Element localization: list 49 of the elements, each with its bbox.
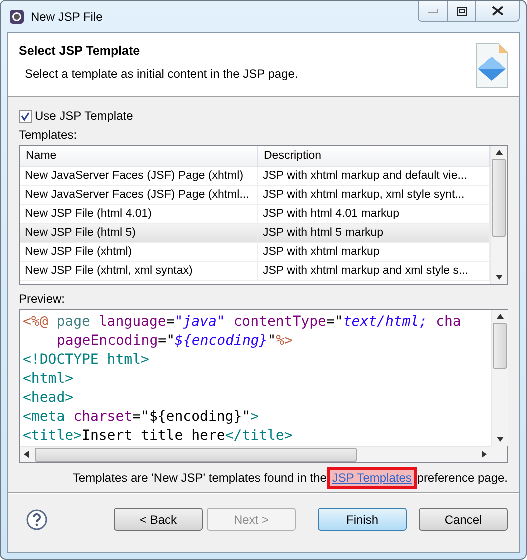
table-cell[interactable]: New JSP File (html 5) bbox=[20, 224, 258, 243]
code-line: <%@ page language="java" contentType="text/html; cha bbox=[23, 313, 462, 332]
minimize-icon bbox=[428, 9, 438, 13]
close-icon bbox=[492, 6, 504, 16]
close-button[interactable] bbox=[475, 1, 519, 21]
preview-label: Preview: bbox=[19, 292, 66, 306]
maximize-button[interactable] bbox=[447, 1, 475, 21]
table-cell[interactable]: New JSP File (xhtml) bbox=[20, 243, 258, 262]
code-line: <title>Insert title here</title> bbox=[23, 427, 294, 446]
table-cell[interactable]: New JSP File (html 4.01) bbox=[20, 205, 258, 224]
scrollbar-thumb[interactable] bbox=[493, 323, 507, 369]
table-cell[interactable]: New JSP File (xhtml, xml syntax) bbox=[20, 262, 258, 281]
scroll-down-arrow-icon[interactable] bbox=[496, 437, 504, 442]
scroll-right-arrow-icon[interactable] bbox=[482, 451, 487, 458]
restore-icon bbox=[456, 6, 466, 16]
templates-label: Templates: bbox=[19, 128, 78, 142]
code-line: <!DOCTYPE html> bbox=[23, 351, 150, 370]
table-cell[interactable]: New JavaServer Faces (JSF) Page (xhtml) bbox=[20, 167, 258, 186]
document-diamond-icon bbox=[475, 43, 509, 89]
dialog-button[interactable]: < Back bbox=[114, 508, 203, 531]
column-header[interactable]: Name bbox=[20, 146, 258, 167]
scroll-up-arrow-icon[interactable] bbox=[496, 314, 504, 319]
dialog-button[interactable]: Finish bbox=[318, 508, 407, 531]
checkbox[interactable] bbox=[19, 110, 32, 122]
page-description: Select a template as initial content in the JSP page. bbox=[25, 67, 298, 81]
scroll-left-arrow-icon[interactable] bbox=[24, 451, 29, 458]
page-title: Select JSP Template bbox=[19, 44, 142, 58]
code-line: <html> bbox=[23, 370, 75, 389]
window-title: New JSP File bbox=[31, 10, 104, 24]
scroll-down-arrow-icon[interactable] bbox=[496, 275, 502, 280]
help-icon[interactable] bbox=[26, 508, 48, 530]
code-line: <head> bbox=[23, 389, 75, 408]
dialog-button[interactable]: Cancel bbox=[419, 508, 508, 531]
table-cell[interactable]: JSP with xhtml markup and xml style s... bbox=[258, 262, 490, 281]
table-cell[interactable]: JSP with xhtml markup, xml style synt... bbox=[258, 186, 490, 205]
table-cell[interactable]: New JavaServer Faces (JSF) Page (xhtml... bbox=[20, 186, 258, 205]
scroll-up-arrow-icon[interactable] bbox=[496, 150, 502, 155]
info-text: Templates are 'New JSP' templates found in the bbox=[72, 471, 328, 485]
table-cell[interactable]: JSP with xhtml markup and default vie... bbox=[258, 167, 490, 186]
table-cell[interactable]: JSP with xhtml markup bbox=[258, 243, 490, 262]
table-cell[interactable]: JSP with html 5 markup bbox=[258, 224, 490, 243]
info-text: preference page. bbox=[416, 471, 508, 485]
column-header[interactable]: Description bbox=[258, 146, 490, 167]
code-line: pageEncoding="${encoding}"%> bbox=[56, 332, 294, 351]
checkbox-label: Use JSP Template bbox=[35, 109, 134, 123]
table-cell[interactable]: JSP with html 4.01 markup bbox=[258, 205, 490, 224]
code-line: <meta charset="${encoding}"> bbox=[23, 408, 260, 427]
scrollbar-thumb[interactable] bbox=[35, 448, 357, 462]
scrollbar-thumb[interactable] bbox=[492, 159, 506, 237]
